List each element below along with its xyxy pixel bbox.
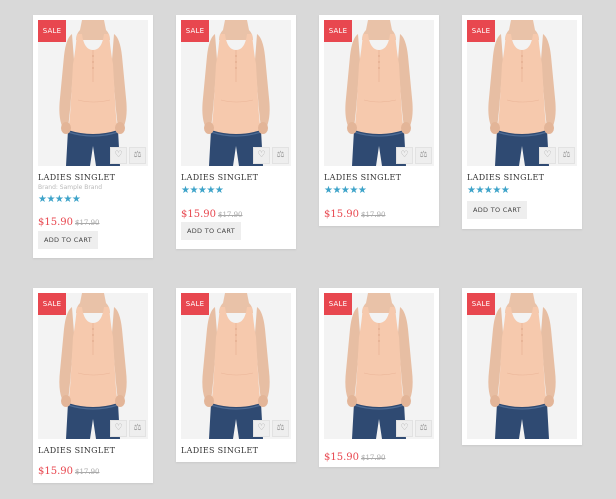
sale-badge: SALE: [38, 20, 66, 42]
scale-icon: ⚖: [133, 150, 142, 160]
scale-icon: ⚖: [276, 423, 285, 433]
product-brand: Brand: Sample Brand: [38, 184, 103, 191]
product-image[interactable]: SALE ♡ ⚖: [38, 20, 148, 166]
product-card[interactable]: SALE: [462, 288, 582, 445]
compare-button[interactable]: ⚖: [129, 420, 146, 437]
product-image[interactable]: SALE ♡ ⚖: [181, 293, 291, 439]
product-image[interactable]: SALE ♡ ⚖: [181, 20, 291, 166]
add-to-cart-button[interactable]: ADD TO CART: [467, 201, 527, 219]
price-row: $15.90 $17.90: [324, 445, 386, 464]
product-title[interactable]: LADIES SINGLET: [181, 173, 258, 182]
product-image[interactable]: SALE ♡ ⚖: [324, 293, 434, 439]
add-to-cart-button[interactable]: ADD TO CART: [181, 222, 241, 240]
rating-stars: ★★★★★: [38, 194, 81, 205]
compare-button[interactable]: ⚖: [272, 147, 289, 164]
sale-badge: SALE: [467, 293, 495, 315]
old-price: $17.90: [75, 219, 100, 227]
scale-icon: ⚖: [276, 150, 285, 160]
compare-button[interactable]: ⚖: [415, 147, 432, 164]
old-price: $17.90: [361, 211, 386, 219]
heart-icon: ♡: [257, 150, 266, 160]
add-to-cart-button[interactable]: ADD TO CART: [38, 231, 98, 249]
price-row: $15.90 $17.90: [38, 210, 100, 229]
wishlist-button[interactable]: ♡: [253, 147, 270, 164]
product-title[interactable]: LADIES SINGLET: [38, 446, 115, 455]
wishlist-button[interactable]: ♡: [253, 420, 270, 437]
product-card[interactable]: SALE ♡ ⚖ LADIES SINGLET ★★★★★ $15.90 $17.…: [176, 15, 296, 249]
rating-stars: ★★★★★: [324, 185, 367, 196]
price: $15.90: [38, 466, 73, 477]
product-card[interactable]: SALE ♡ ⚖ LADIES SINGLET: [176, 288, 296, 462]
product-card[interactable]: SALE ♡ ⚖ LADIES SINGLET Brand: Sample Br…: [33, 15, 153, 258]
price: $15.90: [324, 209, 359, 220]
product-image[interactable]: SALE ♡ ⚖: [467, 20, 577, 166]
scale-icon: ⚖: [562, 150, 571, 160]
product-card[interactable]: SALE ♡ ⚖ LADIES SINGLET ★★★★★ ADD TO CAR…: [462, 15, 582, 229]
compare-button[interactable]: ⚖: [415, 420, 432, 437]
heart-icon: ♡: [400, 423, 409, 433]
wishlist-button[interactable]: ♡: [110, 420, 127, 437]
compare-button[interactable]: ⚖: [272, 420, 289, 437]
product-image[interactable]: SALE: [467, 293, 577, 439]
price: $15.90: [38, 217, 73, 228]
heart-icon: ♡: [543, 150, 552, 160]
old-price: $17.90: [218, 211, 243, 219]
product-title[interactable]: LADIES SINGLET: [467, 173, 544, 182]
product-image[interactable]: SALE ♡ ⚖: [324, 20, 434, 166]
sale-badge: SALE: [467, 20, 495, 42]
price-row: $15.90 $17.90: [324, 202, 386, 221]
old-price: $17.90: [75, 468, 100, 476]
heart-icon: ♡: [114, 423, 123, 433]
product-title[interactable]: LADIES SINGLET: [38, 173, 115, 182]
wishlist-button[interactable]: ♡: [110, 147, 127, 164]
sale-badge: SALE: [181, 293, 209, 315]
price: $15.90: [181, 209, 216, 220]
product-card[interactable]: SALE ♡ ⚖ $15.90 $17.90: [319, 288, 439, 467]
old-price: $17.90: [361, 454, 386, 462]
heart-icon: ♡: [400, 150, 409, 160]
product-card[interactable]: SALE ♡ ⚖ LADIES SINGLET $15.90 $17.90: [33, 288, 153, 483]
compare-button[interactable]: ⚖: [129, 147, 146, 164]
wishlist-button[interactable]: ♡: [396, 420, 413, 437]
compare-button[interactable]: ⚖: [558, 147, 575, 164]
wishlist-button[interactable]: ♡: [539, 147, 556, 164]
price: $15.90: [324, 452, 359, 463]
rating-stars: ★★★★★: [467, 185, 510, 196]
scale-icon: ⚖: [419, 150, 428, 160]
sale-badge: SALE: [324, 293, 352, 315]
wishlist-button[interactable]: ♡: [396, 147, 413, 164]
product-title[interactable]: LADIES SINGLET: [181, 446, 258, 455]
product-image[interactable]: SALE ♡ ⚖: [38, 293, 148, 439]
sale-badge: SALE: [38, 293, 66, 315]
sale-badge: SALE: [324, 20, 352, 42]
sale-badge: SALE: [181, 20, 209, 42]
price-row: $15.90 $17.90: [38, 459, 100, 478]
scale-icon: ⚖: [133, 423, 142, 433]
product-card[interactable]: SALE ♡ ⚖ LADIES SINGLET ★★★★★ $15.90 $17.…: [319, 15, 439, 226]
product-title[interactable]: LADIES SINGLET: [324, 173, 401, 182]
rating-stars: ★★★★★: [181, 185, 224, 196]
heart-icon: ♡: [257, 423, 266, 433]
price-row: $15.90 $17.90: [181, 202, 243, 221]
heart-icon: ♡: [114, 150, 123, 160]
scale-icon: ⚖: [419, 423, 428, 433]
